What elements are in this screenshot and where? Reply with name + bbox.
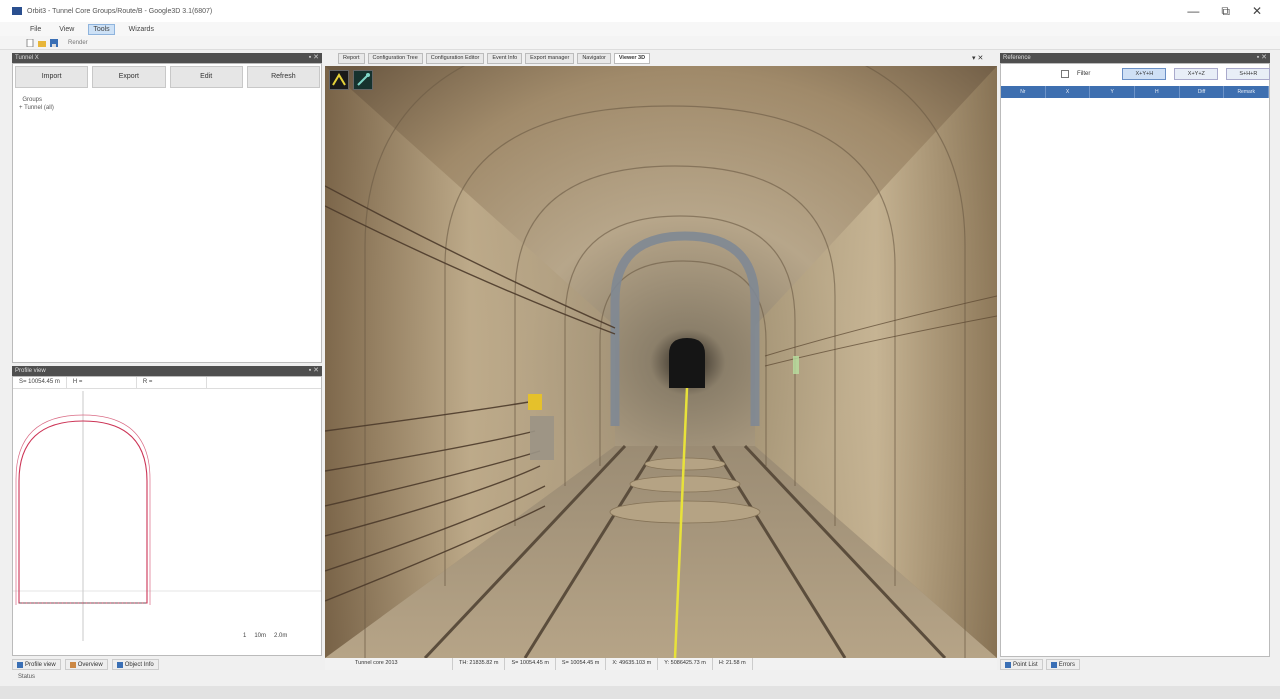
menu-tools[interactable]: Tools [88, 23, 115, 35]
filter-checkbox[interactable] [1061, 70, 1069, 78]
station-readout: S= 10054.45 m [505, 658, 556, 670]
height-field: H = [67, 377, 137, 388]
tree-item-tunnel[interactable]: + Tunnel (all) [19, 104, 54, 112]
close-icon[interactable]: ▪ ✕ [309, 366, 319, 376]
column-nr[interactable]: Nr [1001, 86, 1046, 98]
pin-close-icon[interactable]: ▾ ✕ [972, 54, 983, 62]
station-readout-2: S= 10054.45 m [556, 658, 607, 670]
tab-navigator[interactable]: Navigator [577, 53, 611, 64]
status-bar: Status [0, 674, 1280, 684]
tunnel-scene [325, 66, 997, 658]
import-button[interactable]: Import [15, 66, 89, 88]
station-field: S= 10054.45 m [13, 377, 67, 388]
tab-viewer-3d[interactable]: Viewer 3D [613, 53, 651, 64]
x-readout: X: 49635.103 m [606, 658, 659, 670]
menu-bar: File View Tools Wizards [0, 22, 1280, 36]
edit-button[interactable]: Edit [169, 66, 243, 88]
minimize-button[interactable]: — [1187, 4, 1199, 19]
open-folder-icon[interactable] [38, 39, 46, 47]
left-tab-strip: Profile view Overview Object Info [12, 659, 159, 671]
bottom-strip [0, 686, 1280, 699]
h-readout: H: 21.58 m [713, 658, 753, 670]
overview-icon [69, 661, 76, 668]
error-icon [1050, 661, 1057, 668]
tab-configuration-tree[interactable]: Configuration Tree [367, 53, 423, 64]
tab-event-info[interactable]: Event Info [487, 53, 523, 64]
right-panel-header: Reference ▪ ✕ [1000, 53, 1270, 63]
reference-grid-header: Nr X Y H Diff Remark [1001, 86, 1270, 98]
tab-point-list[interactable]: Point List [1000, 659, 1043, 670]
tab-configuration-editor[interactable]: Configuration Editor [425, 53, 485, 64]
y-readout: Y: 5086425.73 m [658, 658, 713, 670]
filter-label: Filter [1077, 71, 1091, 77]
profile-view-panel: S= 10054.45 m H = R = 1 10m 2.0m [12, 376, 322, 656]
toolbar: Render [0, 36, 1280, 50]
title-bar: Orbit3 - Tunnel Core Groups/Route/B - Go… [0, 0, 1280, 22]
left-panel-title: Tunnel X [15, 55, 39, 61]
restore-button[interactable]: ⧉ [1221, 4, 1230, 19]
tab-profile-view[interactable]: Profile view [12, 659, 61, 670]
radius-field: R = [137, 377, 207, 388]
tab-errors[interactable]: Errors [1045, 659, 1081, 670]
tab-export-manager[interactable]: Export manager [525, 53, 575, 64]
navigation-mode-button[interactable] [329, 70, 349, 90]
scale-bar: 1 10m 2.0m [243, 633, 288, 639]
column-remark[interactable]: Remark [1224, 86, 1270, 98]
layer-name: Tunnel core 2013 [325, 658, 453, 670]
tunnel-profile-drawing[interactable] [13, 391, 321, 641]
close-icon[interactable]: ▪ ✕ [309, 53, 319, 63]
column-diff[interactable]: Diff [1180, 86, 1225, 98]
status-text: Status [18, 674, 36, 680]
tree-item-groups[interactable]: Groups [19, 96, 54, 104]
right-panel-title: Reference [1003, 55, 1031, 61]
column-h[interactable]: H [1135, 86, 1180, 98]
th-readout: TH: 21835.82 m [453, 658, 506, 670]
render-label[interactable]: Render [68, 40, 88, 46]
shr-button[interactable]: S+H+R [1226, 68, 1271, 80]
window-title: Orbit3 - Tunnel Core Groups/Route/B - Go… [27, 7, 213, 15]
profile-panel-header: Profile view ▪ ✕ [12, 366, 322, 376]
left-panel-header: Tunnel X ▪ ✕ [12, 53, 322, 63]
save-icon[interactable] [50, 38, 58, 47]
list-icon [1005, 661, 1011, 668]
viewer-status-bar: Tunnel core 2013 TH: 21835.82 m S= 10054… [325, 658, 997, 670]
menu-wizards[interactable]: Wizards [125, 25, 158, 34]
close-icon[interactable]: ▪ ✕ [1257, 53, 1267, 63]
refresh-button[interactable]: Refresh [246, 66, 320, 88]
center-tab-strip: Report Configuration Tree Configuration … [338, 53, 998, 65]
column-x[interactable]: X [1046, 86, 1091, 98]
yellow-sign [528, 394, 542, 410]
xyh-button[interactable]: X+Y+H [1122, 68, 1167, 80]
profile-icon [17, 661, 23, 668]
close-button[interactable]: ✕ [1252, 4, 1262, 19]
tree-view: Groups + Tunnel (all) [19, 96, 54, 112]
tab-object-info[interactable]: Object Info [111, 659, 159, 670]
xyz-button[interactable]: X+Y+Z [1174, 68, 1219, 80]
info-icon [116, 661, 123, 668]
tab-overview[interactable]: Overview [64, 659, 108, 670]
profile-panel-title: Profile view [15, 368, 46, 374]
column-y[interactable]: Y [1090, 86, 1136, 98]
reference-panel: Filter X+Y+H X+Y+Z S+H+R Nr X Y H Diff R… [1000, 63, 1271, 657]
app-icon [12, 7, 22, 15]
tab-report[interactable]: Report [338, 53, 365, 64]
menu-file[interactable]: File [26, 25, 45, 34]
menu-view[interactable]: View [55, 25, 78, 34]
export-button[interactable]: Export [92, 66, 166, 88]
camera-mode-button[interactable] [353, 70, 373, 90]
right-tab-strip: Point List Errors [1000, 659, 1081, 671]
tunnel-tree-panel: Import Export Edit Refresh Groups + Tunn… [12, 63, 322, 363]
tunnel-3d-viewport[interactable] [325, 66, 997, 658]
new-file-icon[interactable] [26, 38, 34, 47]
